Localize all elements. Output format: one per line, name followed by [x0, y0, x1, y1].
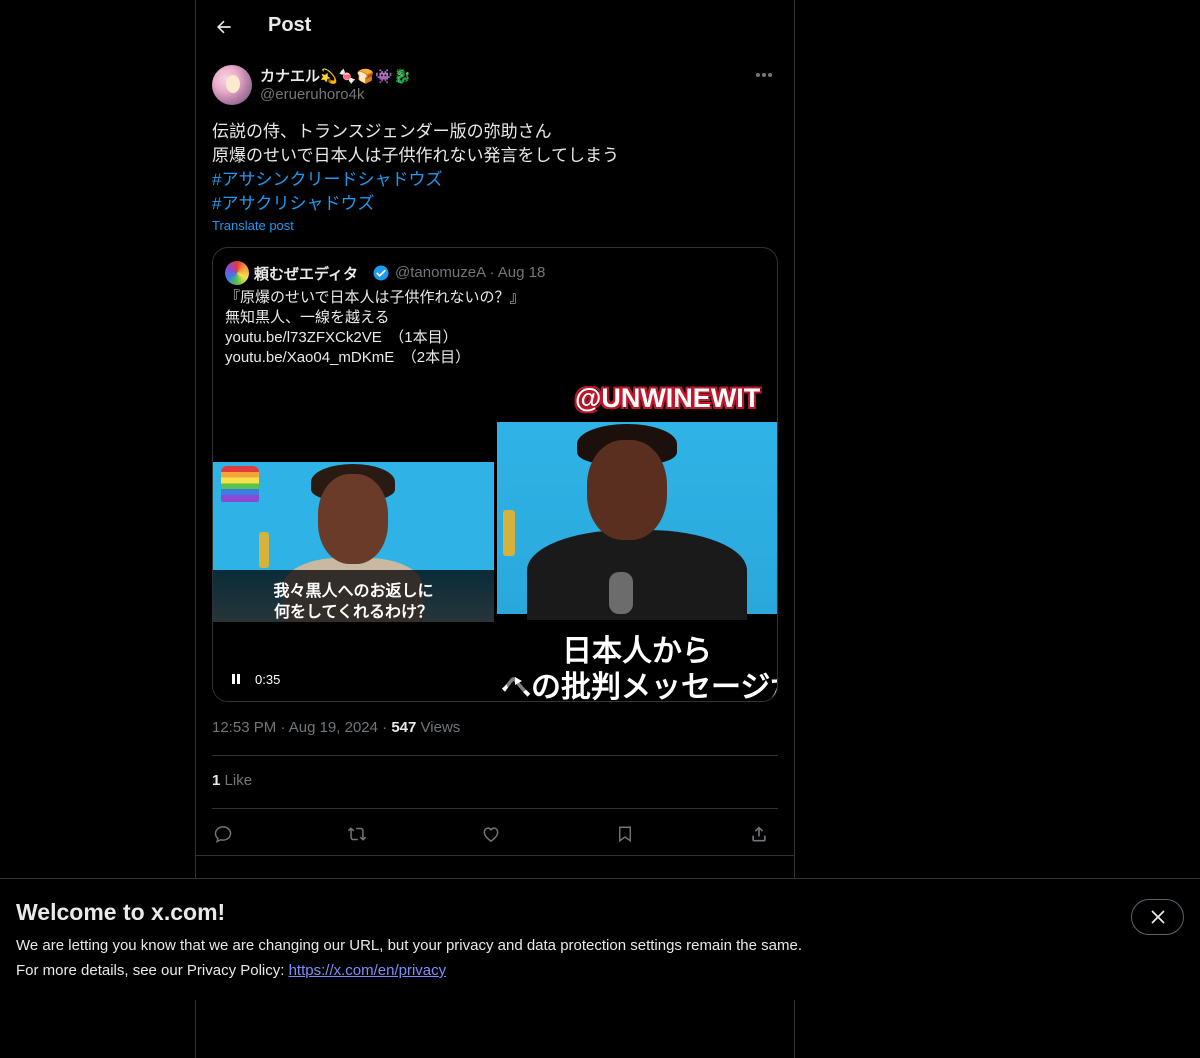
author-name[interactable]: カナエル💫🍬🍞👾🐉	[260, 65, 412, 86]
avatar[interactable]	[212, 65, 252, 105]
pixel-sprite-image	[221, 466, 259, 502]
video-top-overlay: @UNWINEWIT	[497, 380, 777, 422]
separator-dot: ·	[489, 264, 498, 281]
likes-count: 1	[212, 772, 221, 789]
quoted-post-header: 頼むぜエディタ @tanomuzeA · Aug 18	[225, 260, 765, 286]
verified-icon	[373, 265, 389, 281]
page-title: Post	[268, 14, 312, 36]
play-icon	[515, 677, 522, 685]
divider	[212, 755, 778, 756]
pause-button[interactable]	[225, 668, 247, 690]
privacy-policy-link[interactable]: https://x.com/en/privacy	[289, 962, 447, 979]
video-caption: 何をしてくれるわけ？	[273, 604, 434, 621]
quoted-text-line: 『原爆のせいで日本人は子供作れないの？』	[225, 289, 525, 306]
video-controls: 0:35	[225, 668, 280, 690]
video-frame-right: 日本人から への批判メッセージが	[497, 422, 777, 702]
likes-label: Like	[224, 772, 253, 789]
quoted-text-line: 無知黒人、一線を越える	[225, 309, 390, 326]
translate-post-link[interactable]: Translate post	[212, 218, 294, 233]
quoted-link[interactable]: youtu.be/Xao04_mDKmE （2本目）	[225, 348, 765, 368]
author-handle[interactable]: @erueruhoro4k	[260, 86, 364, 103]
bottle-shape	[503, 510, 515, 556]
share-icon	[752, 826, 766, 842]
more-icon	[756, 73, 772, 77]
post-author: カナエル💫🍬🍞👾🐉 @erueruhoro4k	[212, 64, 778, 108]
post-text-line: 原爆のせいで日本人は子供作れない発言をしてしまう	[212, 146, 619, 165]
reply-button[interactable]	[207, 818, 239, 850]
author-emoji: 💫🍬🍞👾🐉	[320, 68, 413, 84]
video-frame-left: 我々黒人へのお返しに 何をしてくれるわけ？	[213, 462, 494, 622]
person-face-shape	[318, 474, 388, 564]
banner-text: For more details, see our Privacy Policy…	[16, 962, 446, 979]
quoted-avatar[interactable]	[225, 261, 249, 285]
video-watermark-text: @UNWINEWIT	[575, 383, 761, 413]
hashtag-link[interactable]: #アサシンクリードシャドウズ	[212, 168, 778, 192]
hashtag-link[interactable]: #アサクリシャドウズ	[212, 192, 778, 216]
banner-text-prefix: For more details, see our Privacy Policy…	[16, 962, 289, 979]
video-time: 0:35	[255, 671, 281, 687]
video-photo	[497, 422, 777, 620]
pause-icon	[232, 674, 240, 684]
separator-dot: ·	[280, 719, 289, 736]
microphone-shape	[609, 572, 633, 614]
action-bar	[212, 818, 778, 850]
quoted-author-name[interactable]: 頼むぜエディタ	[254, 263, 358, 284]
video-player[interactable]: 我々黒人へのお返しに 何をしてくれるわけ？ 日本人から への批判メッセージが @…	[213, 380, 777, 702]
welcome-banner: Welcome to x.com! We are letting you kno…	[0, 878, 1200, 1000]
quoted-text: 『原爆のせいで日本人は子供作れないの？』 無知黒人、一線を越える youtu.b…	[225, 288, 765, 368]
reply-icon	[214, 826, 232, 843]
separator-dot: ·	[382, 719, 392, 736]
post-date[interactable]: Aug 19, 2024	[289, 719, 378, 736]
back-arrow-icon	[216, 20, 231, 34]
back-button[interactable]	[206, 9, 242, 45]
quoted-link[interactable]: youtu.be/l73ZFXCk2VE （1本目）	[225, 328, 765, 348]
video-caption: への批判メッセージが	[501, 671, 777, 702]
bottle-shape	[259, 532, 269, 568]
like-icon	[483, 827, 499, 842]
divider	[196, 855, 794, 856]
bookmark-button[interactable]	[609, 818, 641, 850]
person-face-shape	[587, 440, 667, 540]
close-icon	[1151, 910, 1164, 924]
retweet-icon	[347, 827, 367, 841]
likes-link[interactable]: 1 Like	[212, 772, 252, 789]
banner-title: Welcome to x.com!	[16, 899, 226, 925]
quoted-date[interactable]: Aug 18	[498, 264, 546, 281]
divider	[212, 808, 778, 809]
person-body-shape	[527, 530, 747, 620]
quoted-handle[interactable]: @tanomuzeA	[395, 264, 485, 281]
more-button[interactable]	[750, 64, 778, 86]
share-button[interactable]	[743, 818, 775, 850]
like-button[interactable]	[475, 818, 507, 850]
banner-text: We are letting you know that we are chan…	[16, 937, 802, 954]
views-label: Views	[420, 719, 461, 736]
bookmark-icon	[619, 826, 631, 843]
post-time[interactable]: 12:53 PM	[212, 719, 276, 736]
post-meta: 12:53 PM · Aug 19, 2024 · 547 Views	[212, 719, 460, 736]
views-count: 547	[391, 719, 417, 736]
close-banner-button[interactable]	[1131, 899, 1184, 935]
play-button[interactable]	[506, 669, 530, 693]
post-text: 伝説の侍、トランスジェンダー版の弥助さん 原爆のせいで日本人は子供作れない発言を…	[212, 120, 778, 216]
quoted-post[interactable]: 頼むぜエディタ @tanomuzeA · Aug 18 『原爆のせいで日本人は子…	[212, 247, 778, 702]
repost-button[interactable]	[341, 818, 373, 850]
header: Post	[196, 0, 794, 54]
author-name-text: カナエル	[260, 68, 321, 85]
quoted-handle-date: @tanomuzeA · Aug 18	[395, 264, 545, 281]
post-text-line: 伝説の侍、トランスジェンダー版の弥助さん	[212, 122, 552, 141]
